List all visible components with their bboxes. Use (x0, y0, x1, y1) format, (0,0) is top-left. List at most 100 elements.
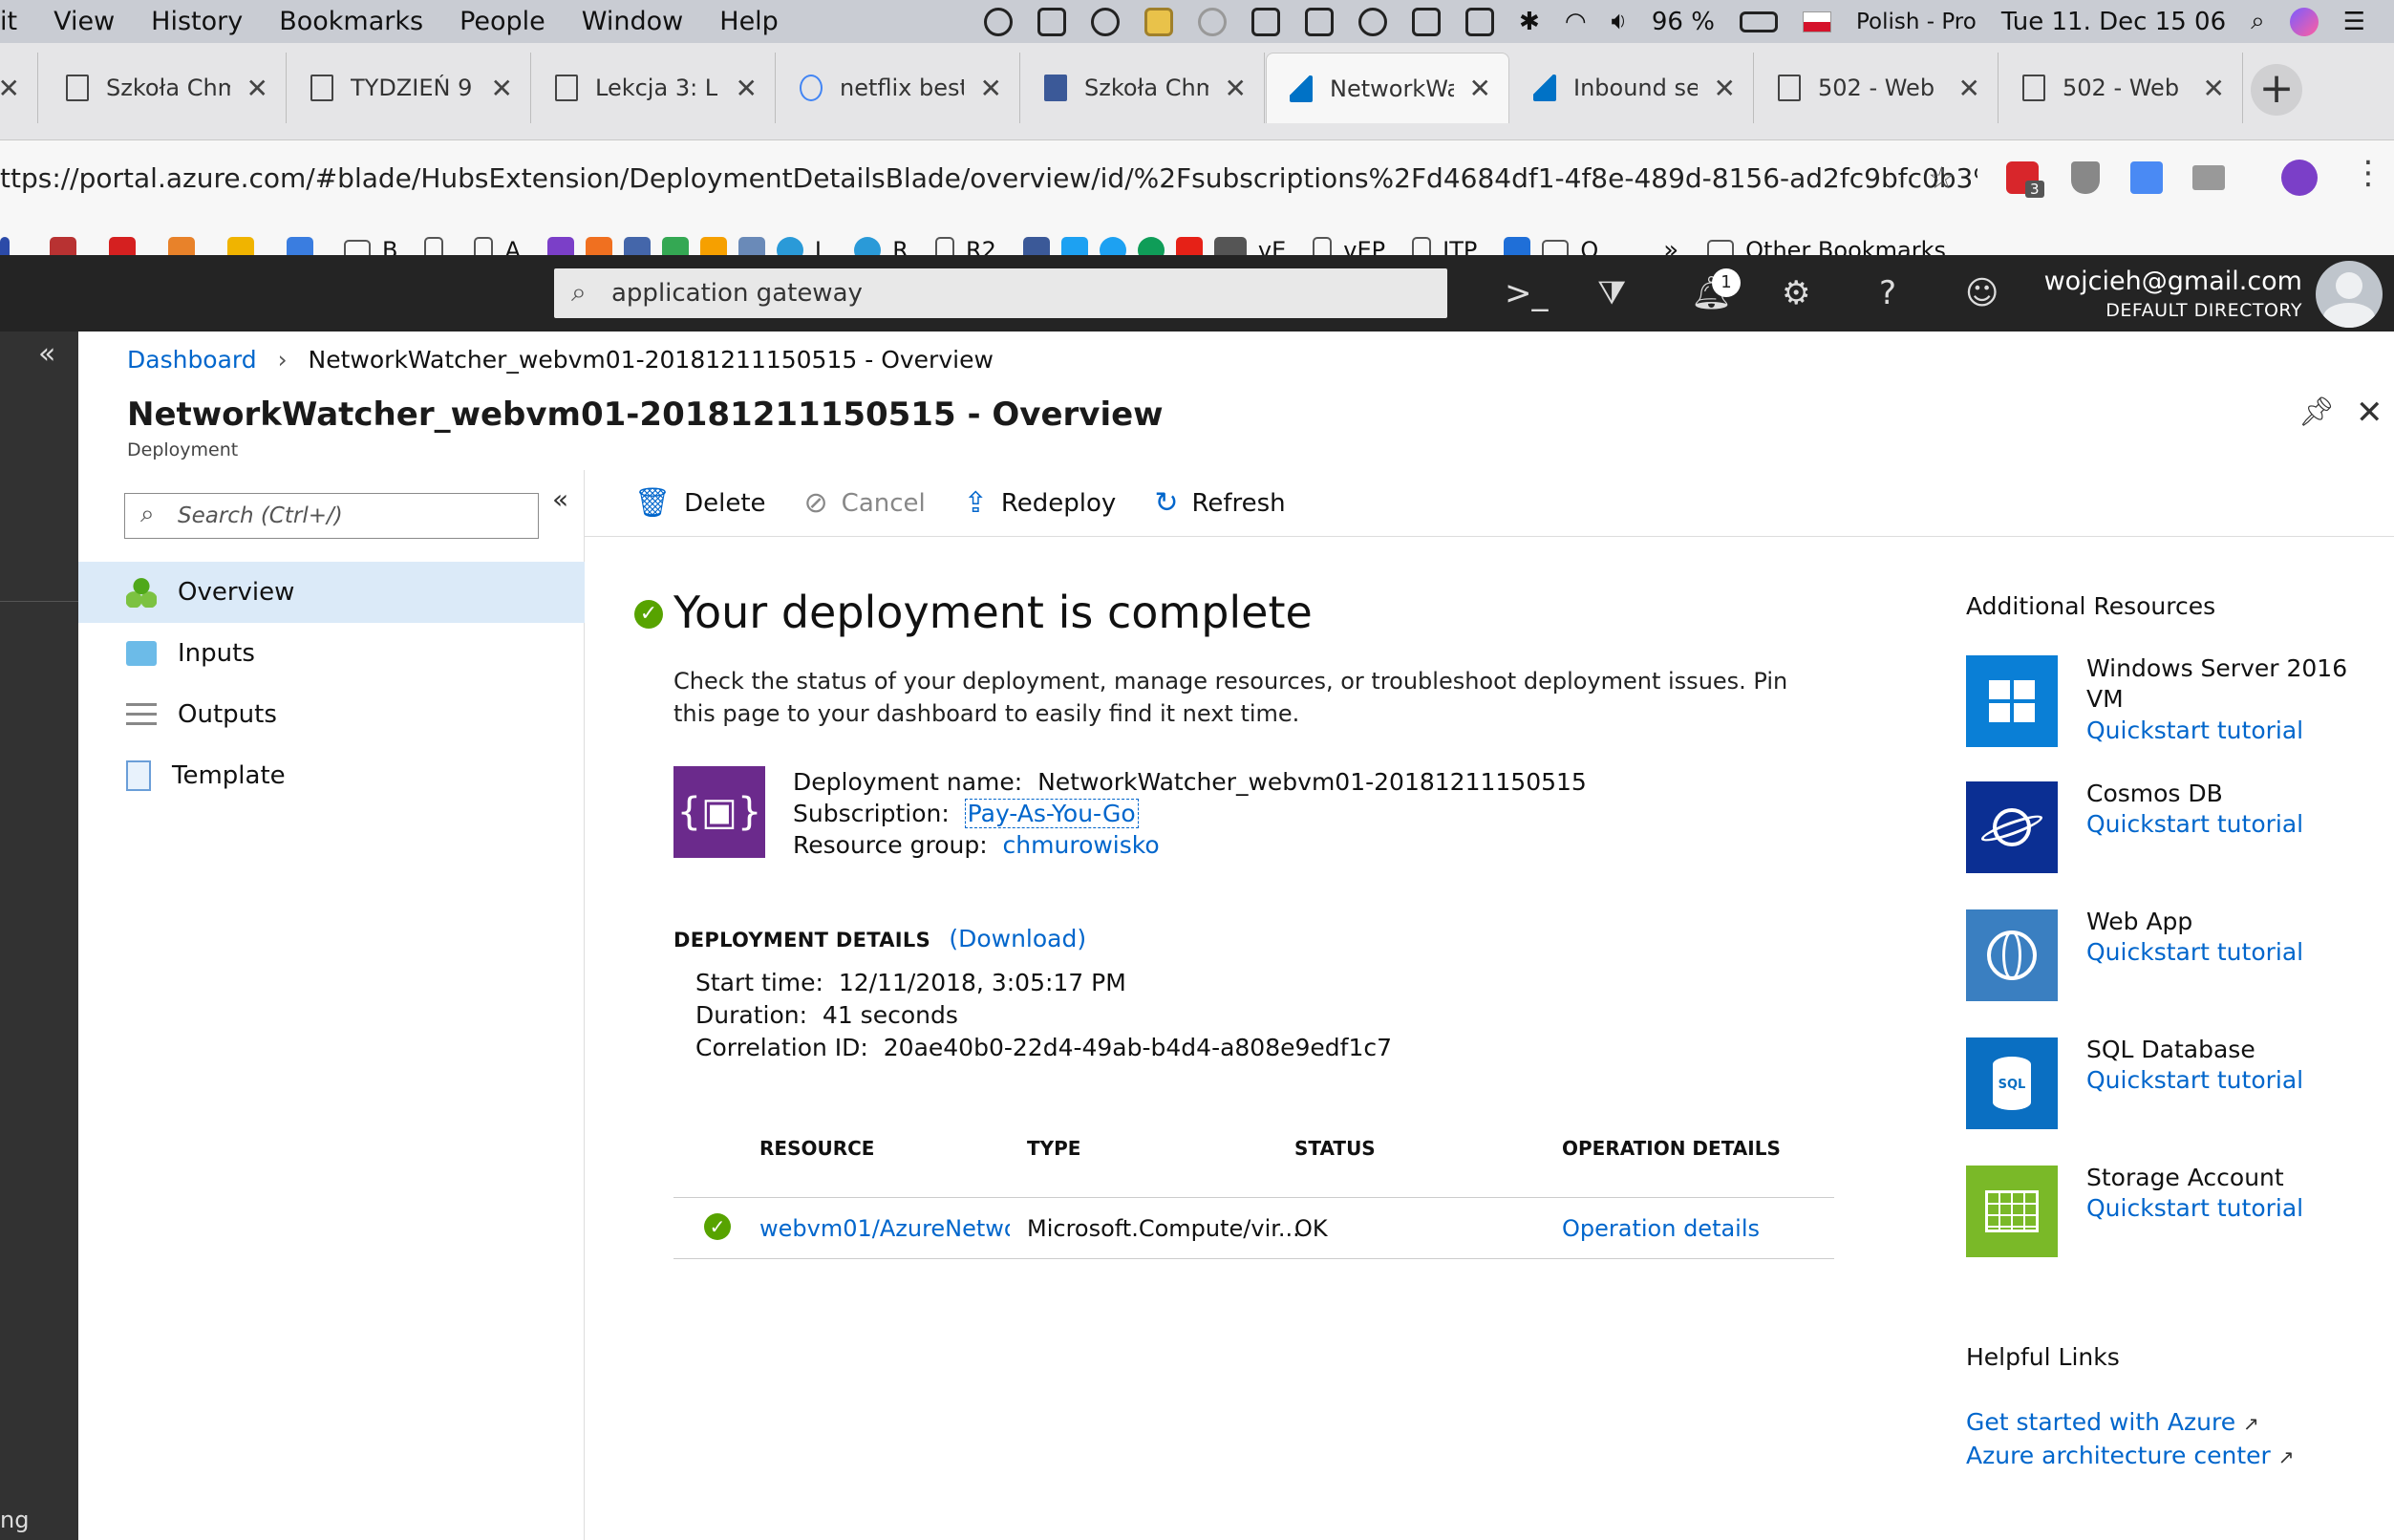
notification-center-icon[interactable]: ☰ (2343, 8, 2365, 36)
resource-card-windows-server[interactable]: Windows Server 2016 VM Quickstart tutori… (1966, 653, 2367, 749)
profile-icon[interactable] (2281, 160, 2318, 196)
creative-cloud-icon[interactable] (984, 7, 1014, 36)
mail-icon[interactable] (2192, 165, 2225, 190)
tab-item[interactable]: Szkoła Chm ✕ (1021, 53, 1265, 123)
gear-menu-icon[interactable] (1358, 7, 1388, 36)
menu-help[interactable]: Help (701, 7, 797, 36)
siri-icon[interactable] (2289, 7, 2319, 36)
ublock-icon[interactable] (2071, 161, 2100, 194)
tab-item[interactable]: 502 - Web ✕ (1999, 53, 2243, 123)
upload-icon: ⇪ (963, 486, 988, 520)
close-icon[interactable]: ✕ (246, 73, 268, 104)
pin-icon[interactable]: 📌︎ (2298, 396, 2335, 429)
external-link-icon: ↗ (2277, 1445, 2295, 1468)
menu-window[interactable]: Window (564, 7, 701, 36)
resource-group-link[interactable]: chmurowisko (1003, 831, 1160, 859)
airplay-icon[interactable] (1465, 7, 1495, 36)
gear-icon[interactable]: ⚙ (1782, 274, 1810, 312)
hexagon-icon[interactable] (1251, 7, 1281, 36)
collapse-sidebar-icon[interactable]: « (38, 337, 55, 371)
shield-icon[interactable] (1037, 7, 1067, 36)
nav-item-template[interactable]: Template (78, 745, 585, 806)
help-icon[interactable]: ? (1879, 274, 1896, 312)
page-subtitle: Deployment (127, 439, 239, 460)
quickstart-link[interactable]: Quickstart tutorial (2086, 717, 2303, 744)
close-blade-icon[interactable]: ✕ (2356, 394, 2383, 432)
download-link[interactable]: (Download) (949, 925, 1086, 952)
tab-item[interactable]: 502 - Web ✕ (1755, 53, 1999, 123)
refresh-button[interactable]: ↻ Refresh (1154, 486, 1285, 520)
resource-card-sql-database[interactable]: SQL SQL Database Quickstart tutorial (1966, 1036, 2367, 1131)
vpn-icon[interactable] (1144, 7, 1174, 36)
battery-icon[interactable] (1739, 11, 1778, 32)
tab-item[interactable]: Inbound se ✕ (1510, 53, 1754, 123)
close-icon[interactable]: ✕ (1469, 73, 1491, 104)
sidebar-truncated-label[interactable]: ng (0, 1507, 29, 1533)
spotlight-icon[interactable]: ⌕ (2251, 7, 2265, 36)
user-account[interactable]: wojcieh@gmail.com DEFAULT DIRECTORY (2044, 267, 2302, 321)
quickstart-link[interactable]: Quickstart tutorial (2086, 938, 2303, 966)
menu-view[interactable]: View (35, 7, 133, 36)
collapse-menu-icon[interactable]: « (552, 483, 568, 515)
menu-history[interactable]: History (133, 7, 261, 36)
more-icon[interactable]: ⋮ (2352, 154, 2384, 192)
close-icon[interactable]: ✕ (0, 73, 20, 104)
quickstart-link[interactable]: Quickstart tutorial (2086, 1194, 2303, 1222)
avatar[interactable] (2316, 261, 2383, 328)
operation-details-link[interactable]: Operation details (1562, 1215, 1760, 1242)
sync-icon[interactable] (1091, 7, 1121, 36)
get-started-link[interactable]: Get started with Azure (1966, 1408, 2235, 1436)
close-icon[interactable]: ✕ (1225, 73, 1247, 104)
battery-percent[interactable]: 96 % (1652, 8, 1715, 36)
tab-item[interactable]: Lekcja 3: L ✕ (532, 53, 776, 123)
close-icon[interactable]: ✕ (1714, 73, 1736, 104)
url-field[interactable]: ttps://portal.azure.com/#blade/HubsExten… (0, 140, 1977, 217)
breadcrumb-dashboard[interactable]: Dashboard (127, 346, 257, 374)
cancel-button[interactable]: ⊘ Cancel (804, 486, 926, 520)
resource-card-web-app[interactable]: Web App Quickstart tutorial (1966, 908, 2367, 1003)
directory-filter-icon[interactable]: ⧩ (1597, 274, 1626, 312)
star-icon[interactable]: ☆ (1928, 160, 1956, 196)
flag-poland-icon[interactable] (1802, 11, 1831, 32)
close-icon[interactable]: ✕ (491, 73, 513, 104)
menu-people[interactable]: People (441, 7, 564, 36)
tab-item[interactable]: Szkoła Chm ✕ (43, 53, 287, 123)
input-source[interactable]: Polish - Pro (1856, 10, 1977, 34)
tab-item[interactable]: TYDZIEŃ 9 ✕ (288, 53, 531, 123)
menu-search-input[interactable]: ⌕ Search (Ctrl+/) (124, 493, 539, 539)
new-tab-button[interactable]: + (2251, 64, 2302, 116)
arrows-icon[interactable] (1305, 7, 1335, 36)
quickstart-link[interactable]: Quickstart tutorial (2086, 1066, 2303, 1094)
menu-bookmarks[interactable]: Bookmarks (261, 7, 441, 36)
close-icon[interactable]: ✕ (1958, 73, 1980, 104)
translate-icon[interactable] (2130, 161, 2163, 194)
tab-item-active[interactable]: NetworkWa ✕ (1266, 53, 1509, 123)
bluetooth-icon[interactable]: ✱ (1519, 8, 1540, 36)
global-search-input[interactable]: ⌕ application gateway (554, 268, 1447, 318)
details-header: DEPLOYMENT DETAILS (Download) (673, 925, 1086, 952)
delete-button[interactable]: 🗑︎ Delete (634, 486, 766, 520)
resource-link[interactable]: webvm01/AzureNetworkWatcherExtension (759, 1215, 1010, 1242)
nav-item-overview[interactable]: Overview (78, 562, 585, 623)
quickstart-link[interactable]: Quickstart tutorial (2086, 810, 2303, 838)
spinner-icon[interactable] (1198, 7, 1228, 36)
subscription-link[interactable]: Pay-As-You-Go (964, 799, 1139, 828)
nav-item-inputs[interactable]: Inputs (78, 623, 585, 684)
nav-item-outputs[interactable]: Outputs (78, 684, 585, 745)
grid-icon[interactable] (1412, 7, 1442, 36)
feedback-smile-icon[interactable]: ☺ (1965, 274, 1999, 312)
tab-overflow[interactable]: ✕ (0, 53, 38, 123)
cloud-shell-icon[interactable]: >_ (1505, 274, 1549, 312)
menu-app[interactable]: it (0, 7, 35, 36)
tab-item[interactable]: netflix best ✕ (777, 53, 1020, 123)
close-icon[interactable]: ✕ (736, 73, 758, 104)
close-icon[interactable]: ✕ (2203, 73, 2225, 104)
resource-card-storage-account[interactable]: Storage Account Quickstart tutorial (1966, 1164, 2367, 1259)
resource-card-cosmos-db[interactable]: Cosmos DB Quickstart tutorial (1966, 780, 2367, 875)
redeploy-button[interactable]: ⇪ Redeploy (964, 486, 1117, 520)
architecture-center-link[interactable]: Azure architecture center (1966, 1442, 2271, 1469)
close-icon[interactable]: ✕ (980, 73, 1002, 104)
volume-icon[interactable]: 🔉︎ (1612, 7, 1627, 36)
clock[interactable]: Tue 11. Dec 15 06 (2001, 8, 2226, 36)
wifi-icon[interactable]: ◠ (1565, 8, 1587, 36)
